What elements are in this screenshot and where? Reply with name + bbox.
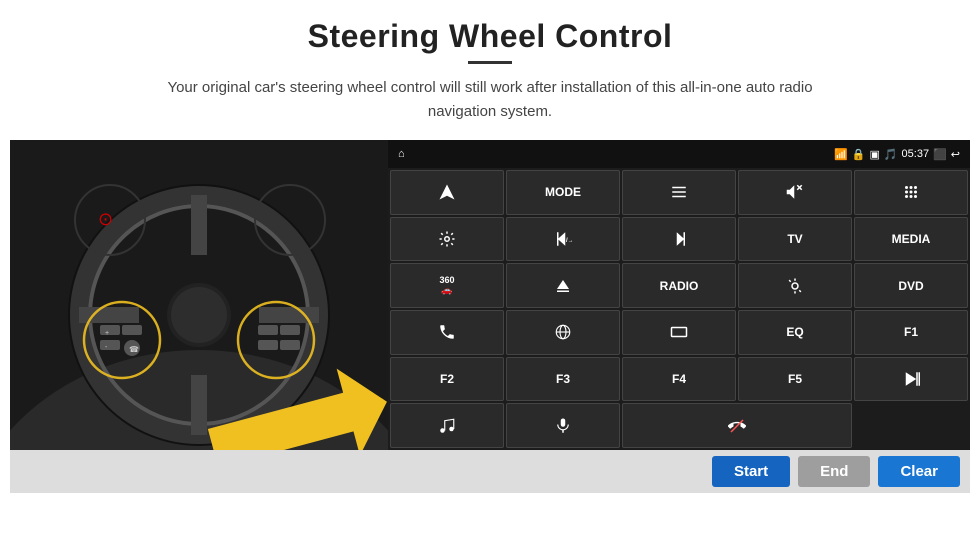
- end-button[interactable]: End: [798, 456, 870, 487]
- btn-eject[interactable]: [506, 263, 620, 308]
- status-left: ⌂: [398, 148, 405, 160]
- svg-text:☎: ☎: [129, 345, 139, 354]
- head-unit: ⌂ 📶 🔒 ▣ 🎵 05:37 ⬛ ↩ MODE: [388, 140, 970, 450]
- btn-f4[interactable]: F4: [622, 357, 736, 402]
- wifi-icon: 📶: [834, 148, 848, 161]
- page-subtitle: Your original car's steering wheel contr…: [150, 76, 830, 124]
- btn-brightness[interactable]: [738, 263, 852, 308]
- btn-phone[interactable]: [390, 310, 504, 355]
- btn-mic[interactable]: [506, 403, 620, 448]
- btn-dvd[interactable]: DVD: [854, 263, 968, 308]
- btn-tv[interactable]: TV: [738, 217, 852, 262]
- btn-internet[interactable]: [506, 310, 620, 355]
- btn-playpause[interactable]: [854, 357, 968, 402]
- status-time: 05:37: [902, 148, 930, 160]
- bottom-bar: Start End Clear: [10, 450, 970, 493]
- screen-icon: ⬛: [933, 148, 947, 161]
- bt-icon: 🎵: [884, 148, 898, 161]
- back-icon: ↩: [951, 148, 960, 161]
- svg-text:+: +: [105, 330, 109, 337]
- btn-music[interactable]: [390, 403, 504, 448]
- btn-screen[interactable]: [622, 310, 736, 355]
- btn-next[interactable]: [622, 217, 736, 262]
- page-title: Steering Wheel Control: [308, 18, 673, 55]
- start-button[interactable]: Start: [712, 456, 790, 487]
- svg-text:/→: /→: [566, 238, 572, 244]
- btn-apps[interactable]: [854, 170, 968, 215]
- lock-icon: 🔒: [852, 148, 866, 161]
- btn-f3[interactable]: F3: [506, 357, 620, 402]
- btn-mode[interactable]: MODE: [506, 170, 620, 215]
- btn-settings[interactable]: [390, 217, 504, 262]
- btn-prev[interactable]: /→: [506, 217, 620, 262]
- btn-360cam[interactable]: 360🚗: [390, 263, 504, 308]
- btn-eq[interactable]: EQ: [738, 310, 852, 355]
- btn-f1[interactable]: F1: [854, 310, 968, 355]
- status-right: 📶 🔒 ▣ 🎵 05:37 ⬛ ↩: [834, 148, 960, 161]
- btn-mute[interactable]: [738, 170, 852, 215]
- btn-nav[interactable]: [390, 170, 504, 215]
- btn-radio[interactable]: RADIO: [622, 263, 736, 308]
- btn-f2[interactable]: F2: [390, 357, 504, 402]
- btn-media[interactable]: MEDIA: [854, 217, 968, 262]
- clear-button[interactable]: Clear: [878, 456, 960, 487]
- status-bar: ⌂ 📶 🔒 ▣ 🎵 05:37 ⬛ ↩: [388, 140, 970, 168]
- page: Steering Wheel Control Your original car…: [0, 0, 980, 544]
- btn-hangup[interactable]: [622, 403, 852, 448]
- home-icon: ⌂: [398, 148, 405, 160]
- sd-icon: ▣: [869, 148, 879, 161]
- btn-list[interactable]: [622, 170, 736, 215]
- title-divider: [468, 61, 512, 64]
- btn-f5[interactable]: F5: [738, 357, 852, 402]
- button-grid: MODE /→ TV: [388, 168, 970, 450]
- svg-text:⊙: ⊙: [98, 209, 113, 229]
- content-row: + - ☎ ⊙: [10, 140, 970, 450]
- car-image: + - ☎ ⊙: [10, 140, 388, 450]
